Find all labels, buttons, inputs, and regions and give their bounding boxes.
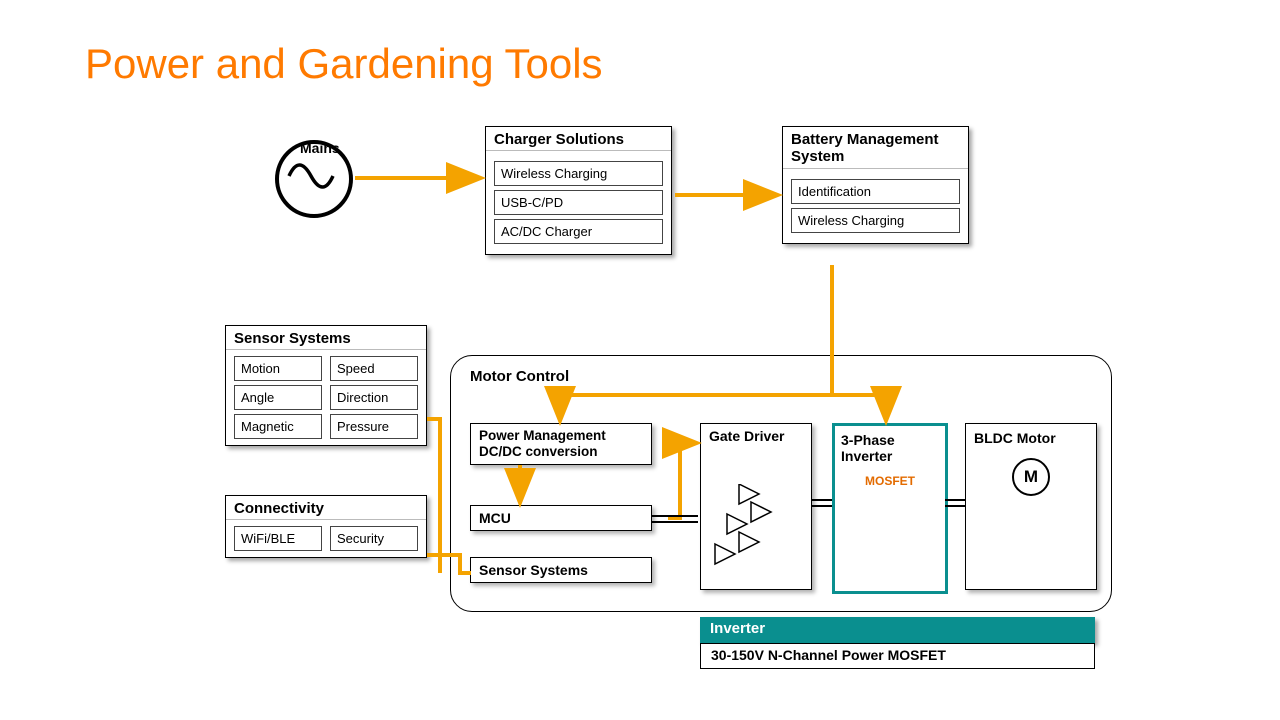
sensor-item: Motion [234, 356, 322, 381]
connectivity-header: Connectivity [226, 496, 426, 520]
bms-item: Identification [791, 179, 960, 204]
charger-header: Charger Solutions [486, 127, 671, 151]
bms-header: Battery Management System [783, 127, 968, 169]
gate-driver-label: Gate Driver [701, 424, 811, 449]
bms-panel: Battery Management System Identification… [782, 126, 969, 244]
sensors-panel: Sensor Systems Motion Speed Angle Direct… [225, 325, 427, 446]
inverter-footer-body: 30-150V N-Channel Power MOSFET [700, 643, 1095, 669]
sensor-item: Direction [330, 385, 418, 410]
sine-icon [287, 158, 335, 194]
inverter-footer-header: Inverter [700, 617, 1095, 643]
gate-driver-box: Gate Driver [700, 423, 812, 590]
power-management-box: Power Management DC/DC conversion [470, 423, 652, 465]
mosfet-label: MOSFET [835, 474, 945, 488]
motor-sensor-box: Sensor Systems [470, 557, 652, 583]
sensor-item: Speed [330, 356, 418, 381]
charger-item: USB-C/PD [494, 190, 663, 215]
power-management-label: Power Management DC/DC conversion [471, 424, 651, 464]
connectivity-item: WiFi/BLE [234, 526, 322, 551]
charger-item: Wireless Charging [494, 161, 663, 186]
sensor-item: Magnetic [234, 414, 322, 439]
sensor-item: Angle [234, 385, 322, 410]
connectivity-item: Security [330, 526, 418, 551]
bldc-motor-label: BLDC Motor [966, 424, 1096, 446]
bldc-motor-box: BLDC Motor M [965, 423, 1097, 590]
charger-item: AC/DC Charger [494, 219, 663, 244]
motor-sensor-label: Sensor Systems [471, 558, 651, 582]
motor-control-label: Motor Control [470, 368, 569, 385]
three-phase-inverter-label: 3-Phase Inverter [835, 426, 945, 464]
bms-item: Wireless Charging [791, 208, 960, 233]
connectivity-panel: Connectivity WiFi/BLE Security [225, 495, 427, 558]
gate-driver-icon [709, 484, 803, 579]
page-title: Power and Gardening Tools [85, 40, 603, 88]
sensor-item: Pressure [330, 414, 418, 439]
motor-m-icon: M [1012, 458, 1050, 496]
mcu-box: MCU [470, 505, 652, 531]
charger-panel: Charger Solutions Wireless Charging USB-… [485, 126, 672, 255]
mains-label: Mains [300, 140, 340, 156]
sensors-header: Sensor Systems [226, 326, 426, 350]
mcu-label: MCU [471, 506, 651, 530]
three-phase-inverter-box: 3-Phase Inverter MOSFET [832, 423, 948, 594]
